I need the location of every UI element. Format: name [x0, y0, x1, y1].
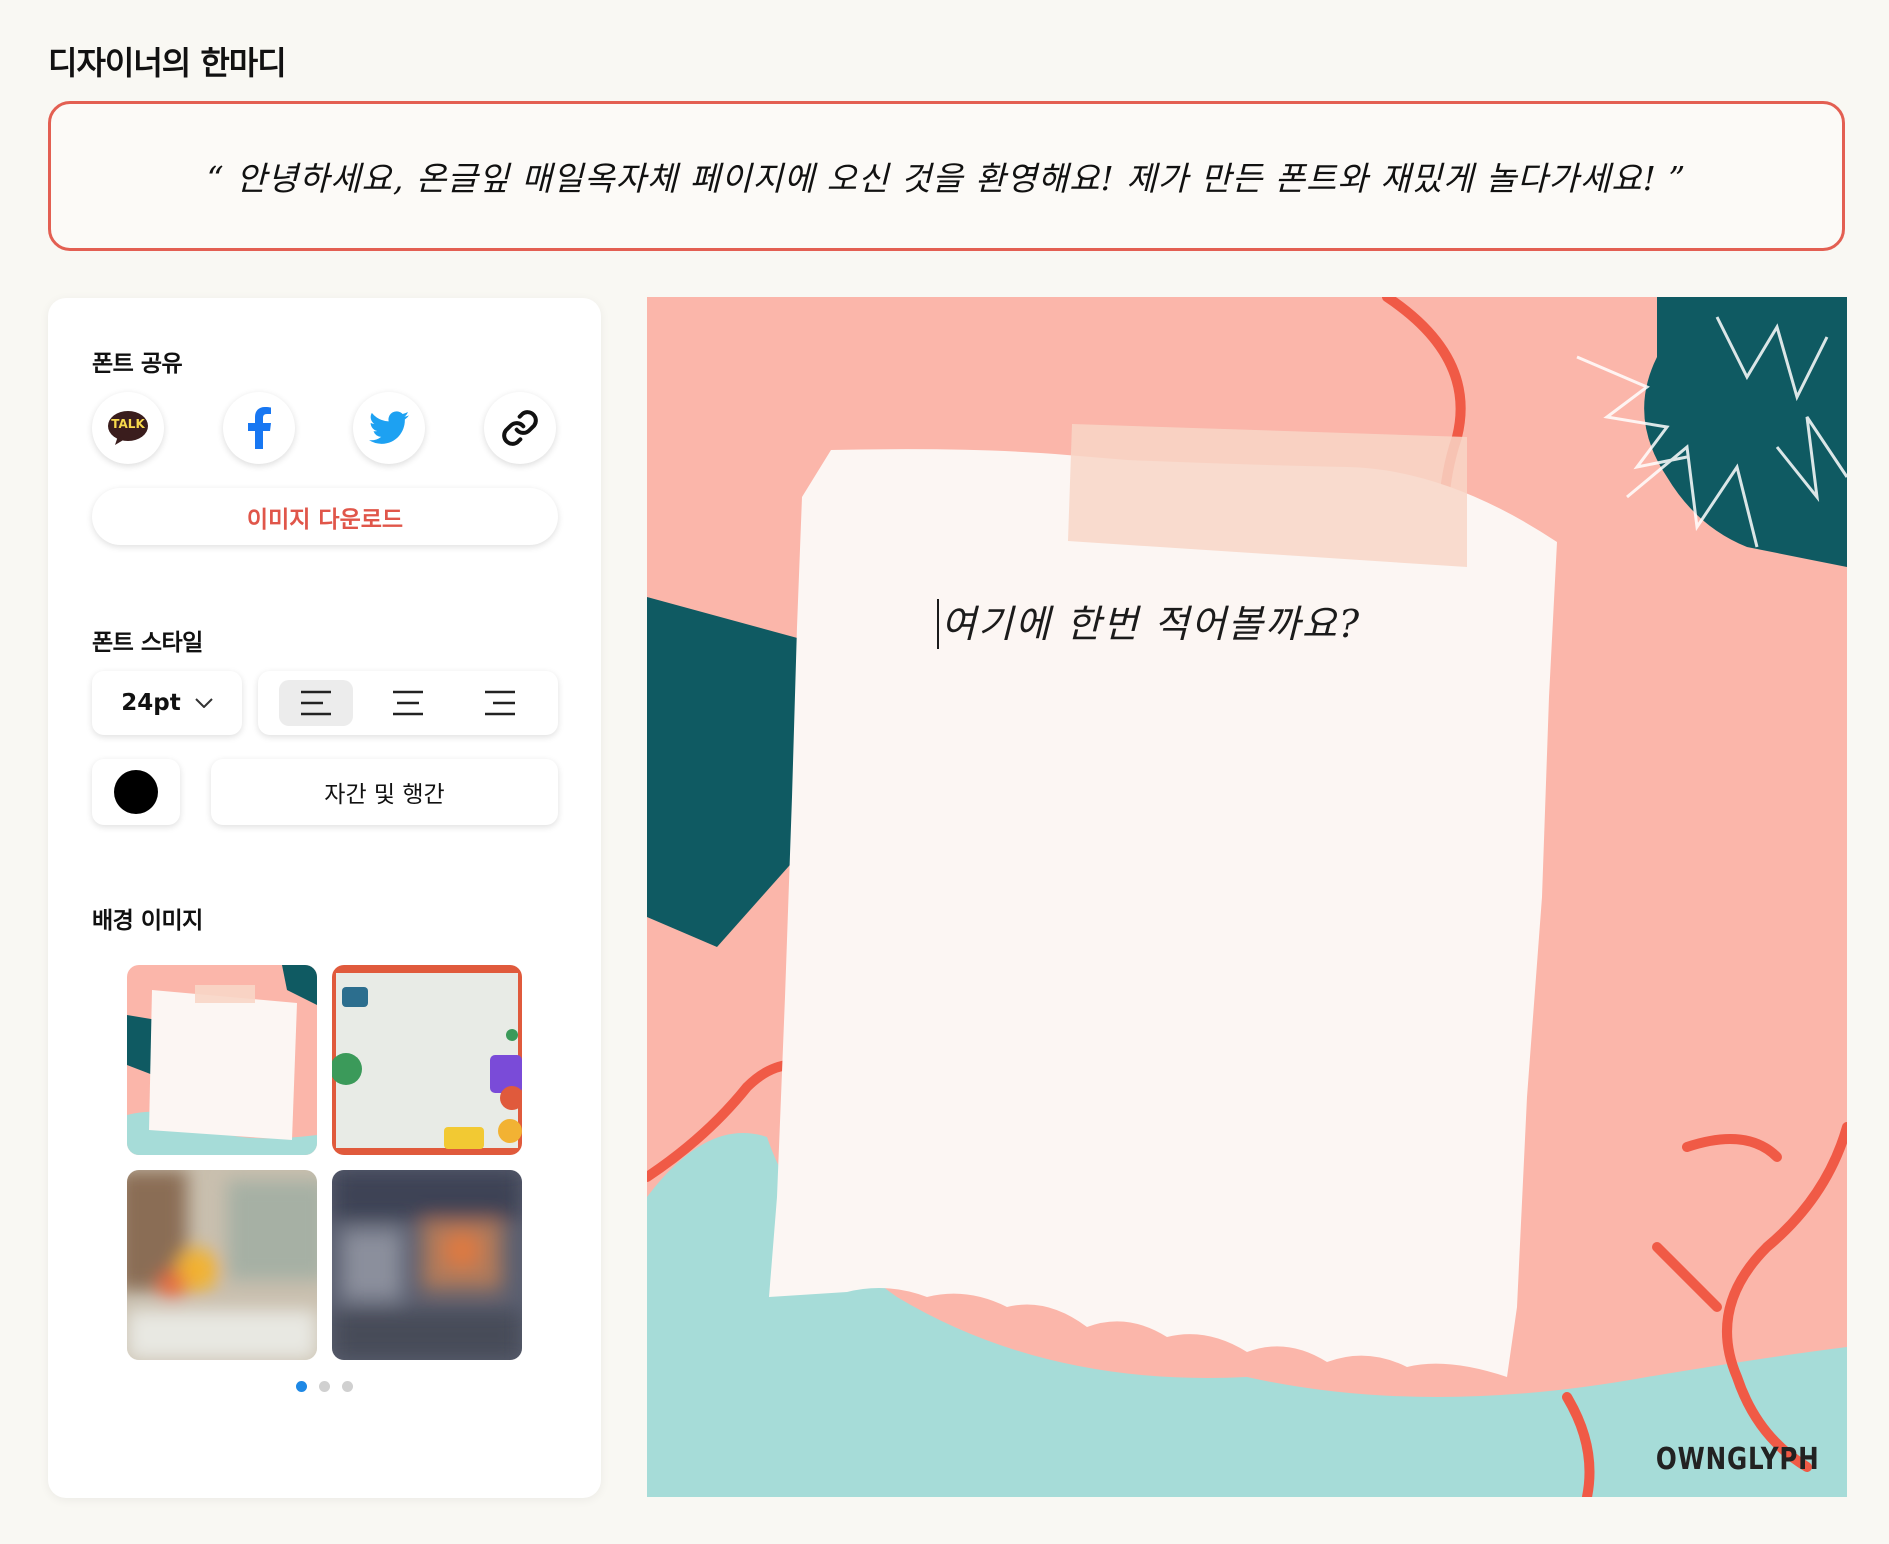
color-swatch — [114, 770, 158, 814]
background-thumbnail-torn-paper[interactable] — [127, 965, 317, 1155]
align-right-icon — [485, 690, 515, 716]
kakaotalk-share-button[interactable]: TALK — [92, 392, 164, 464]
text-color-button[interactable] — [92, 759, 180, 825]
designer-quote-box: “ 안녕하세요, 온글잎 매일옥자체 페이지에 오신 것을 환영해요! 제가 만… — [48, 101, 1845, 251]
pagination-dot-3[interactable] — [342, 1381, 353, 1392]
twitter-share-button[interactable] — [353, 392, 425, 464]
align-center-button[interactable] — [371, 680, 445, 726]
background-thumbnail-blurred-light[interactable] — [127, 1170, 317, 1360]
share-section-label: 폰트 공유 — [92, 351, 183, 377]
stickers-thumbnail-image — [332, 965, 522, 1155]
blurred-light-thumbnail-image — [127, 1170, 317, 1360]
letter-line-spacing-button[interactable]: 자간 및 행간 — [211, 759, 558, 825]
font-size-select[interactable]: 24pt — [92, 671, 242, 735]
thumbnail-pagination — [296, 1381, 353, 1392]
font-size-value: 24pt — [121, 690, 181, 716]
owngylph-brand-logo: OWNGLYPH — [1656, 1442, 1820, 1477]
background-thumbnail-blurred-dark[interactable] — [332, 1170, 522, 1360]
control-panel: 폰트 공유 TALK 이미지 다운로드 폰트 스타일 24pt 자간 및 행간 … — [48, 298, 601, 1498]
align-right-button[interactable] — [463, 680, 537, 726]
kakaotalk-icon-label: TALK — [111, 417, 145, 431]
pagination-dot-2[interactable] — [319, 1381, 330, 1392]
designer-quote-text: “ 안녕하세요, 온글잎 매일옥자체 페이지에 오신 것을 환영해요! 제가 만… — [206, 159, 1687, 198]
text-align-group — [258, 671, 558, 735]
align-left-icon — [301, 690, 331, 716]
preview-canvas: 여기에 한번 적어볼까요? OWNGLYPH — [647, 297, 1847, 1497]
font-style-section-label: 폰트 스타일 — [92, 630, 203, 656]
pagination-dot-1[interactable] — [296, 1381, 307, 1392]
facebook-share-button[interactable] — [223, 392, 295, 464]
align-center-icon — [393, 690, 423, 716]
chevron-down-icon — [195, 698, 213, 708]
facebook-icon — [248, 407, 271, 449]
twitter-icon — [369, 411, 409, 444]
background-section-label: 배경 이미지 — [92, 908, 203, 934]
editable-note-text[interactable]: 여기에 한번 적어볼까요? — [937, 599, 1361, 649]
canvas-background-image — [647, 297, 1847, 1497]
image-download-button[interactable]: 이미지 다운로드 — [92, 488, 558, 545]
blurred-dark-thumbnail-image — [332, 1170, 522, 1360]
section-title: 디자이너의 한마디 — [48, 44, 287, 82]
align-left-button[interactable] — [279, 680, 353, 726]
torn-paper-thumbnail-image — [127, 965, 317, 1155]
background-thumbnail-stickers[interactable] — [332, 965, 522, 1155]
link-icon — [502, 410, 538, 446]
copy-link-button[interactable] — [484, 392, 556, 464]
